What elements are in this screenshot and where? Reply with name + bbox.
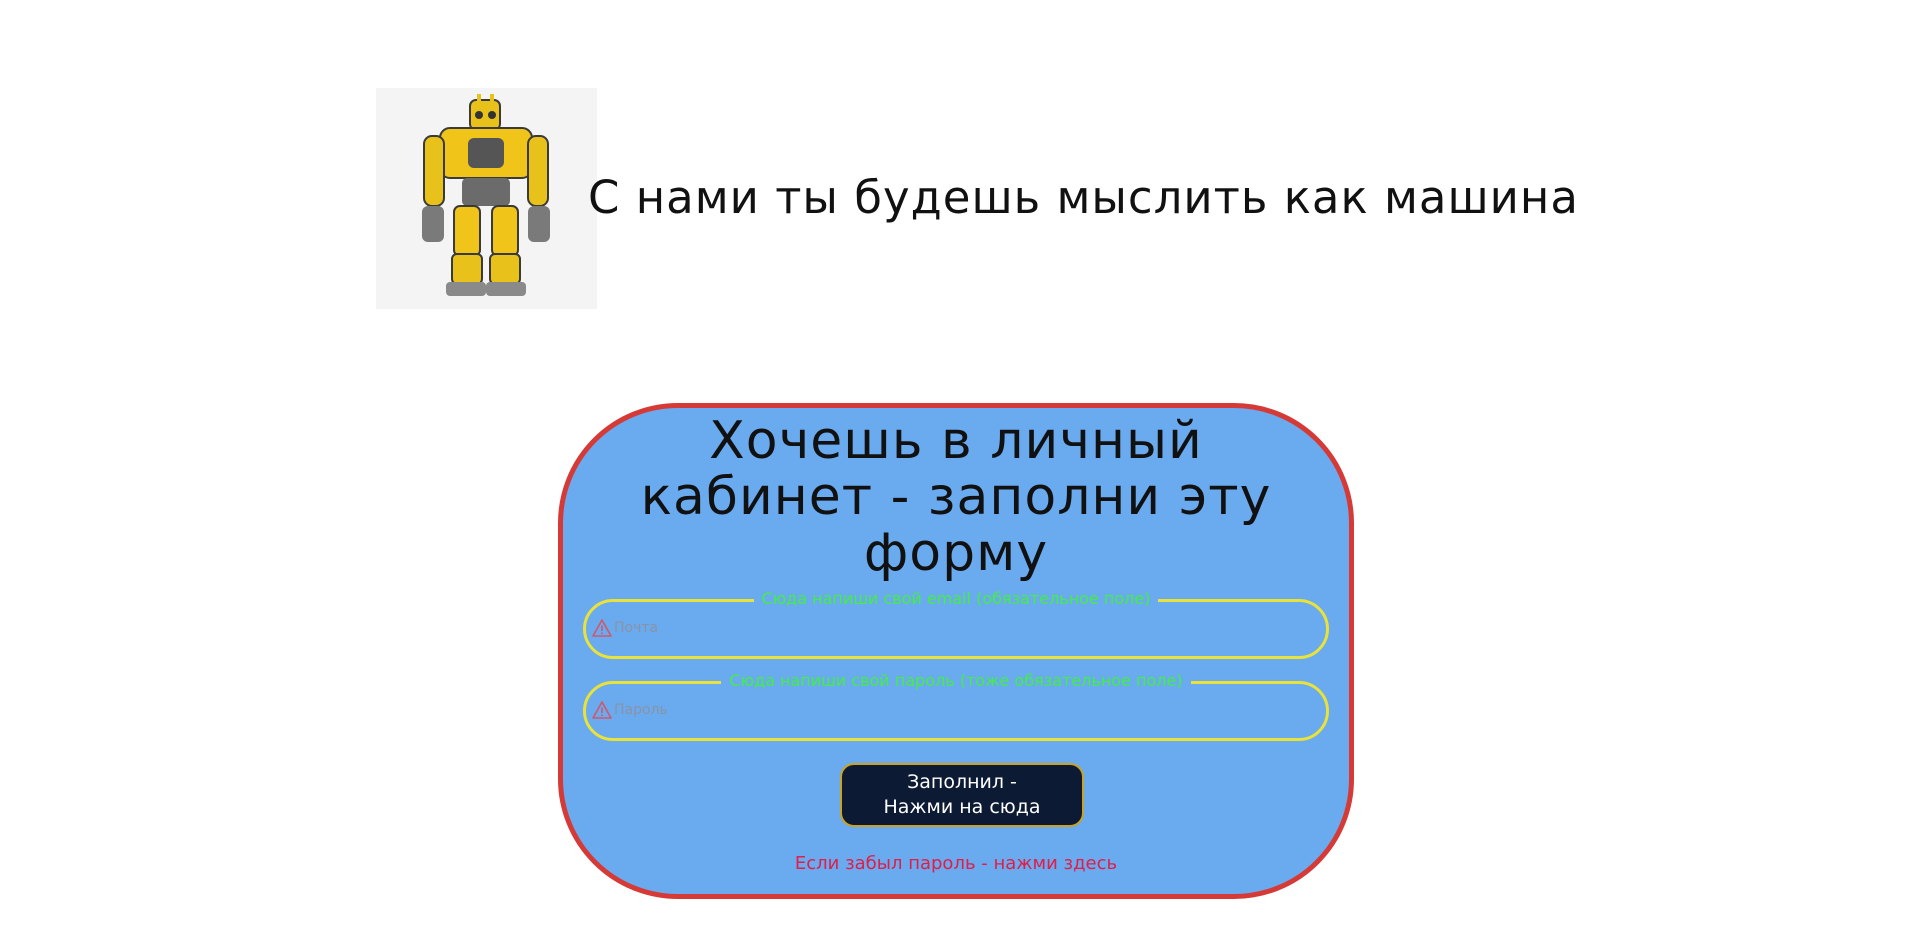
submit-button-line-2: Нажми на сюда xyxy=(883,796,1041,818)
robot-image xyxy=(376,88,597,309)
login-form: Хочешь в личный кабинет - заполни эту фо… xyxy=(558,403,1354,899)
form-title: Хочешь в личный кабинет - заполни эту фо… xyxy=(640,411,1272,583)
email-input[interactable] xyxy=(614,616,1294,640)
page: С нами ты будешь мыслить как машина Хоче… xyxy=(0,0,1908,930)
email-field-legend-text: Сюда напиши свой email (обязательное пол… xyxy=(753,589,1159,608)
password-field-legend: Сюда напиши свой пароль (тоже обязательн… xyxy=(586,671,1326,691)
forgot-password-link[interactable]: Если забыл пароль - нажми здесь xyxy=(563,853,1349,875)
warning-icon xyxy=(592,618,612,638)
email-field: Сюда напиши свой email (обязательное пол… xyxy=(583,589,1329,659)
password-field: Сюда напиши свой пароль (тоже обязательн… xyxy=(583,671,1329,741)
email-field-legend: Сюда напиши свой email (обязательное пол… xyxy=(586,589,1326,609)
tagline: С нами ты будешь мыслить как машина xyxy=(588,171,1579,224)
submit-button-line-1: Заполнил - xyxy=(907,771,1017,793)
submit-button[interactable]: Заполнил - Нажми на сюда xyxy=(840,763,1084,827)
password-input[interactable] xyxy=(614,698,1294,722)
password-field-legend-text: Сюда напиши свой пароль (тоже обязательн… xyxy=(721,671,1191,690)
warning-icon xyxy=(592,700,612,720)
yellow-robot-image xyxy=(422,94,550,296)
